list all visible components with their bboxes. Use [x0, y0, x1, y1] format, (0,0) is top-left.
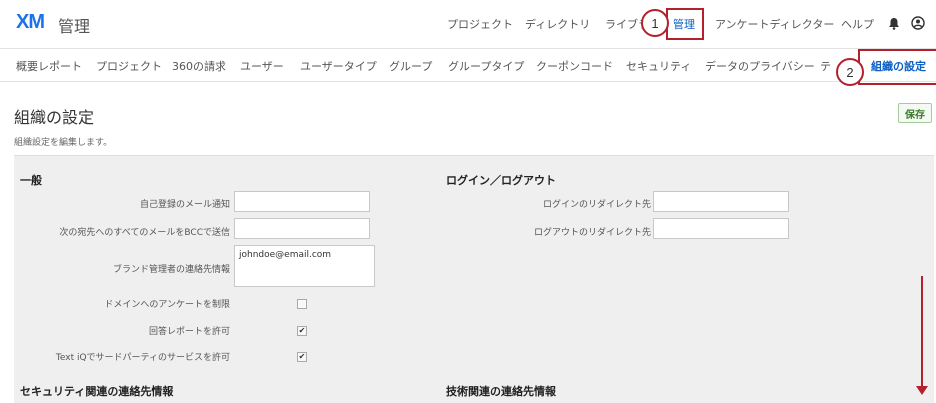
subnav-data-privacy[interactable]: データのプライバシー — [705, 58, 815, 74]
section-title-security-contact: セキュリティ関連の連絡先情報 — [20, 385, 174, 398]
callout-highlight-org-settings — [858, 49, 936, 85]
subnav-projects[interactable]: プロジェクト — [96, 58, 162, 74]
bell-icon[interactable] — [885, 14, 903, 32]
restrict-domain-checkbox[interactable] — [297, 299, 307, 309]
section-title-login-logout: ログイン／ログアウト — [446, 174, 556, 187]
logout-redirect-input[interactable] — [653, 218, 789, 239]
subnav-coupon-codes[interactable]: クーポンコード — [536, 58, 613, 74]
subnav-user-types[interactable]: ユーザータイプ — [300, 58, 377, 74]
response-report-checkbox[interactable]: ✔ — [297, 326, 307, 336]
scroll-down-arrow — [921, 276, 923, 388]
callout-highlight-admin — [666, 8, 704, 40]
bcc-label: 次の宛先へのすべてのメールをBCCで送信 — [59, 228, 230, 238]
page-subtitle: 組織設定を編集します。 — [14, 138, 113, 148]
xm-logo[interactable]: XM — [16, 11, 45, 34]
textiq-third-party-checkbox[interactable]: ✔ — [297, 352, 307, 362]
brand-admin-contact-textarea[interactable]: johndoe@email.com — [234, 245, 375, 287]
logout-redirect-label: ログアウトのリダイレクト先 — [533, 228, 651, 238]
page-title: 組織の設定 — [14, 108, 95, 127]
scroll-down-arrowhead — [916, 386, 928, 395]
subnav-users[interactable]: ユーザー — [240, 58, 284, 74]
subnav-overview-report[interactable]: 概要レポート — [16, 58, 82, 74]
top-bar: XM 管理 プロジェクト ディレクトリ ライブラ 管理 アンケートディレクター … — [0, 0, 936, 48]
textiq-third-party-label: Text iQでサードパーティのサービスを許可 — [55, 353, 230, 363]
subnav-groups[interactable]: グループ — [389, 58, 432, 74]
restrict-domain-label: ドメインへのアンケートを制限 — [104, 300, 230, 310]
response-report-label: 回答レポートを許可 — [148, 327, 230, 337]
nav-projects[interactable]: プロジェクト — [447, 16, 513, 32]
section-title-tech-contact: 技術関連の連絡先情報 — [446, 385, 556, 398]
login-redirect-label: ログインのリダイレクト先 — [542, 200, 651, 210]
section-title-general: 一般 — [20, 174, 42, 187]
save-button[interactable]: 保存 — [898, 103, 932, 123]
bcc-email-input[interactable] — [234, 218, 370, 239]
user-icon[interactable] — [909, 14, 927, 32]
subnav-group-types[interactable]: グループタイプ — [448, 58, 524, 74]
nav-directory[interactable]: ディレクトリ — [525, 16, 590, 32]
subnav-security[interactable]: セキュリティ — [626, 58, 691, 74]
subnav-truncated-item[interactable]: テ — [820, 58, 831, 74]
nav-survey-director[interactable]: アンケートディレクター — [715, 16, 834, 32]
login-redirect-input[interactable] — [653, 191, 789, 212]
nav-help[interactable]: ヘルプ — [841, 16, 874, 32]
self-register-label: 自己登録のメール通知 — [139, 200, 230, 210]
callout-number-2: 2 — [836, 58, 864, 86]
app-title: 管理 — [58, 17, 91, 36]
brand-admin-label: ブランド管理者の連絡先情報 — [112, 265, 230, 275]
sub-navigation: 概要レポート プロジェクト 360の請求 ユーザー ユーザータイプ グループ グ… — [0, 48, 936, 82]
self-register-email-input[interactable] — [234, 191, 370, 212]
subnav-360-billing[interactable]: 360の請求 — [172, 58, 226, 74]
callout-number-1: 1 — [641, 9, 669, 37]
settings-panel: 一般 自己登録のメール通知 次の宛先へのすべてのメールをBCCで送信 ブランド管… — [14, 155, 934, 403]
